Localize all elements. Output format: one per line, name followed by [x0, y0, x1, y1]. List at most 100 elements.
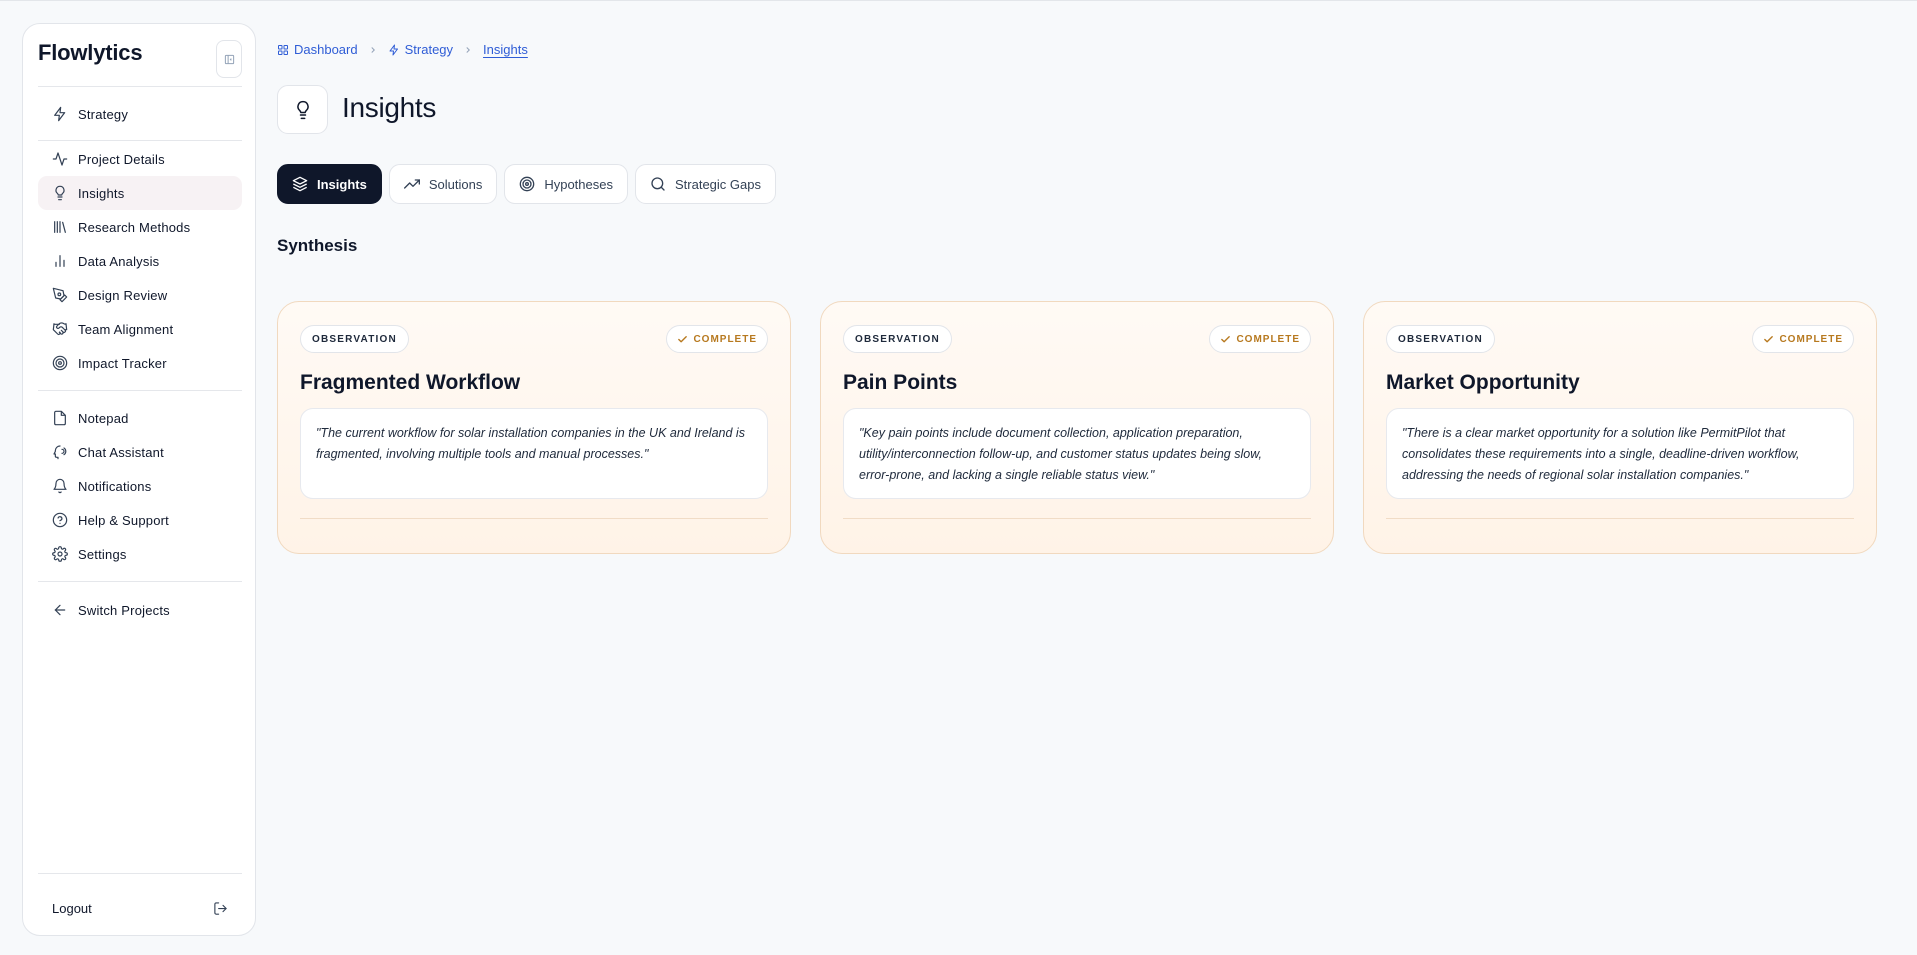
lightbulb-icon	[55, 185, 65, 201]
card-divider	[300, 518, 768, 519]
pen-tool-icon	[52, 287, 68, 303]
sidebar-divider	[38, 390, 242, 391]
sidebar-item-design-review[interactable]: Design Review	[38, 278, 242, 312]
sidebar-item-impact-tracker[interactable]: Impact Tracker	[38, 346, 242, 380]
sidebar-item-label: Team Alignment	[78, 321, 174, 337]
bolt-icon	[54, 106, 66, 122]
sidebar-item-data-analysis[interactable]: Data Analysis	[38, 244, 242, 278]
breadcrumb-strategy[interactable]: Strategy	[388, 42, 453, 57]
insight-card[interactable]: OBSERVATION COMPLETE Pain Points "Key pa…	[820, 301, 1334, 554]
sidebar-item-notepad[interactable]: Notepad	[38, 401, 242, 435]
card-divider	[1386, 518, 1854, 519]
chat-assistant-icon	[53, 445, 67, 460]
logout-label: Logout	[52, 900, 92, 916]
sidebar-item-research-methods[interactable]: Research Methods	[38, 210, 242, 244]
sidebar-item-insights[interactable]: Insights	[38, 176, 242, 210]
page-title: Insights	[342, 92, 437, 123]
check-icon	[1221, 335, 1231, 342]
card-type-badge: OBSERVATION	[1386, 325, 1495, 353]
view-tabs: Insights Solutions Hypotheses Strategic …	[277, 164, 776, 204]
activity-icon	[52, 152, 68, 166]
collapse-sidebar-button[interactable]	[216, 40, 242, 78]
tab-solutions[interactable]: Solutions	[388, 164, 498, 204]
tab-hypotheses[interactable]: Hypotheses	[504, 164, 628, 204]
tab-insights[interactable]: Insights	[277, 164, 382, 204]
status-label: COMPLETE	[1779, 333, 1843, 345]
help-circle-icon	[52, 512, 68, 528]
sidebar-divider	[38, 581, 242, 582]
sidebar-item-help-support[interactable]: Help & Support	[38, 503, 242, 537]
card-type-badge: OBSERVATION	[300, 325, 409, 353]
bar-chart-icon	[55, 255, 65, 267]
card-quote: "Key pain points include document collec…	[843, 408, 1311, 499]
sidebar: Flowlytics Strategy Project Details Insi…	[22, 23, 256, 936]
target-icon	[519, 176, 535, 192]
target-icon	[52, 355, 68, 371]
card-divider	[843, 518, 1311, 519]
library-icon	[54, 221, 66, 233]
tab-label: Strategic Gaps	[674, 176, 761, 192]
sidebar-item-chat-assistant[interactable]: Chat Assistant	[38, 435, 242, 469]
sidebar-item-label: Design Review	[78, 287, 168, 303]
check-icon	[678, 335, 688, 342]
layers-icon	[292, 176, 308, 192]
card-title: Fragmented Workflow	[300, 371, 521, 394]
sidebar-item-switch-projects[interactable]: Switch Projects	[38, 593, 242, 627]
status-badge: COMPLETE	[1209, 325, 1311, 353]
search-icon	[651, 177, 665, 191]
breadcrumb-insights[interactable]: Insights	[483, 42, 528, 57]
sidebar-item-label: Strategy	[78, 106, 129, 122]
status-badge: COMPLETE	[666, 325, 768, 353]
bell-icon	[53, 478, 67, 494]
chevron-right-icon	[466, 46, 471, 53]
gear-icon	[52, 546, 68, 562]
sidebar-divider	[38, 873, 242, 874]
tab-strategic-gaps[interactable]: Strategic Gaps	[634, 164, 776, 204]
sidebar-item-project-details[interactable]: Project Details	[38, 142, 242, 176]
sidebar-item-label: Notepad	[78, 410, 129, 426]
status-label: COMPLETE	[1236, 333, 1300, 345]
sidebar-item-label: Impact Tracker	[78, 355, 167, 371]
card-title: Market Opportunity	[1386, 371, 1580, 394]
logout-icon	[214, 901, 227, 915]
insight-card[interactable]: OBSERVATION COMPLETE Fragmented Workflow…	[277, 301, 791, 554]
sidebar-item-notifications[interactable]: Notifications	[38, 469, 242, 503]
card-title: Pain Points	[843, 371, 958, 394]
sidebar-item-label: Help & Support	[78, 512, 169, 528]
breadcrumb-label: Dashboard	[294, 42, 358, 57]
sidebar-divider	[38, 140, 242, 141]
sidebar-item-strategy[interactable]: Strategy	[38, 97, 242, 131]
tab-label: Hypotheses	[544, 176, 613, 192]
sidebar-item-label: Chat Assistant	[78, 444, 164, 460]
sidebar-item-label: Project Details	[78, 151, 165, 167]
card-quote: "The current workflow for solar installa…	[300, 408, 768, 499]
logout-button[interactable]: Logout	[38, 893, 242, 923]
card-quote: "There is a clear market opportunity for…	[1386, 408, 1854, 499]
page-icon	[277, 85, 328, 134]
sidebar-item-label: Notifications	[78, 478, 152, 494]
sidebar-item-label: Insights	[78, 185, 125, 201]
section-title: Synthesis	[277, 236, 358, 255]
sidebar-item-team-alignment[interactable]: Team Alignment	[38, 312, 242, 346]
check-icon	[1764, 335, 1774, 342]
bolt-icon	[389, 44, 398, 55]
file-icon	[54, 410, 66, 426]
sidebar-item-settings[interactable]: Settings	[38, 537, 242, 571]
tab-label: Solutions	[428, 176, 483, 192]
status-badge: COMPLETE	[1752, 325, 1854, 353]
breadcrumb: Dashboard Strategy Insights	[277, 42, 528, 57]
card-type-badge: OBSERVATION	[843, 325, 952, 353]
grid-icon	[278, 44, 288, 55]
arrow-left-icon	[54, 604, 66, 616]
sidebar-item-label: Research Methods	[78, 219, 191, 235]
status-label: COMPLETE	[693, 333, 757, 345]
breadcrumb-label: Strategy	[404, 42, 454, 57]
breadcrumb-label: Insights	[483, 42, 528, 57]
trending-up-icon	[403, 179, 420, 189]
sidebar-item-label: Switch Projects	[78, 602, 170, 618]
breadcrumb-dashboard[interactable]: Dashboard	[277, 42, 358, 57]
sidebar-item-label: Settings	[78, 546, 127, 562]
chevron-right-icon	[370, 46, 375, 53]
sidebar-divider	[38, 86, 242, 87]
insight-card[interactable]: OBSERVATION COMPLETE Market Opportunity …	[1363, 301, 1877, 554]
